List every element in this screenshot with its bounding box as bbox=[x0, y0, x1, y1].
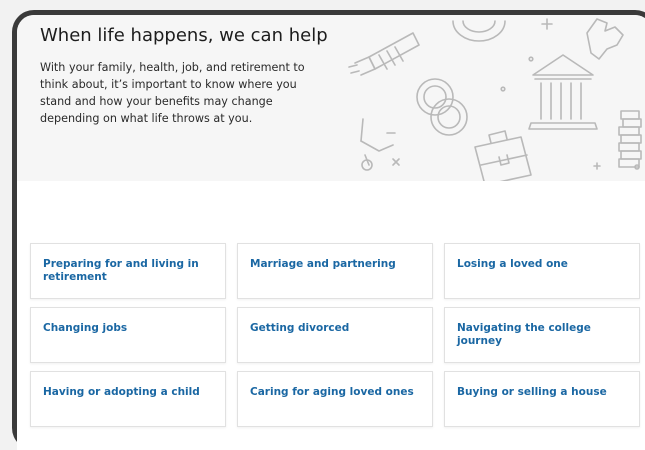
hero-banner: When life happens, we can help With your… bbox=[17, 15, 645, 181]
page-content: When life happens, we can help With your… bbox=[17, 15, 645, 450]
tile-label: Preparing for and living in retirement bbox=[43, 258, 199, 283]
dumbbell-icon bbox=[348, 32, 420, 76]
briefcase-icon bbox=[474, 130, 532, 181]
tile-changing-jobs[interactable]: Changing jobs bbox=[30, 307, 226, 363]
hero-text-block: When life happens, we can help With your… bbox=[40, 25, 330, 127]
tile-label: Caring for aging loved ones bbox=[250, 386, 414, 398]
tile-label: Changing jobs bbox=[43, 322, 128, 334]
coin-stack-icon bbox=[618, 110, 642, 168]
tile-college-journey[interactable]: Navigating the college journey bbox=[444, 307, 640, 363]
tile-label: Getting divorced bbox=[250, 322, 350, 334]
tile-label: Navigating the college journey bbox=[457, 322, 591, 347]
tile-buying-selling-house[interactable]: Buying or selling a house bbox=[444, 371, 640, 427]
tile-retirement[interactable]: Preparing for and living in retirement bbox=[30, 243, 226, 299]
hero-description: With your family, health, job, and retir… bbox=[40, 61, 305, 125]
hand-icon bbox=[586, 18, 624, 60]
bank-building-icon bbox=[528, 54, 598, 130]
hero-title: When life happens, we can help bbox=[40, 25, 328, 46]
tile-marriage[interactable]: Marriage and partnering bbox=[237, 243, 433, 299]
tile-label: Marriage and partnering bbox=[250, 258, 396, 270]
tile-label: Buying or selling a house bbox=[457, 386, 607, 398]
tile-caring-aging[interactable]: Caring for aging loved ones bbox=[237, 371, 433, 427]
tile-having-child[interactable]: Having or adopting a child bbox=[30, 371, 226, 427]
device-frame: When life happens, we can help With your… bbox=[12, 10, 645, 450]
tile-losing-loved-one[interactable]: Losing a loved one bbox=[444, 243, 640, 299]
tile-label: Losing a loved one bbox=[457, 258, 568, 270]
tile-label: Having or adopting a child bbox=[43, 386, 200, 398]
hero-illustration bbox=[348, 18, 642, 181]
coin-icon bbox=[452, 20, 506, 42]
rings-icon bbox=[416, 78, 468, 136]
tile-divorce[interactable]: Getting divorced bbox=[237, 307, 433, 363]
scooter-icon bbox=[360, 118, 396, 171]
